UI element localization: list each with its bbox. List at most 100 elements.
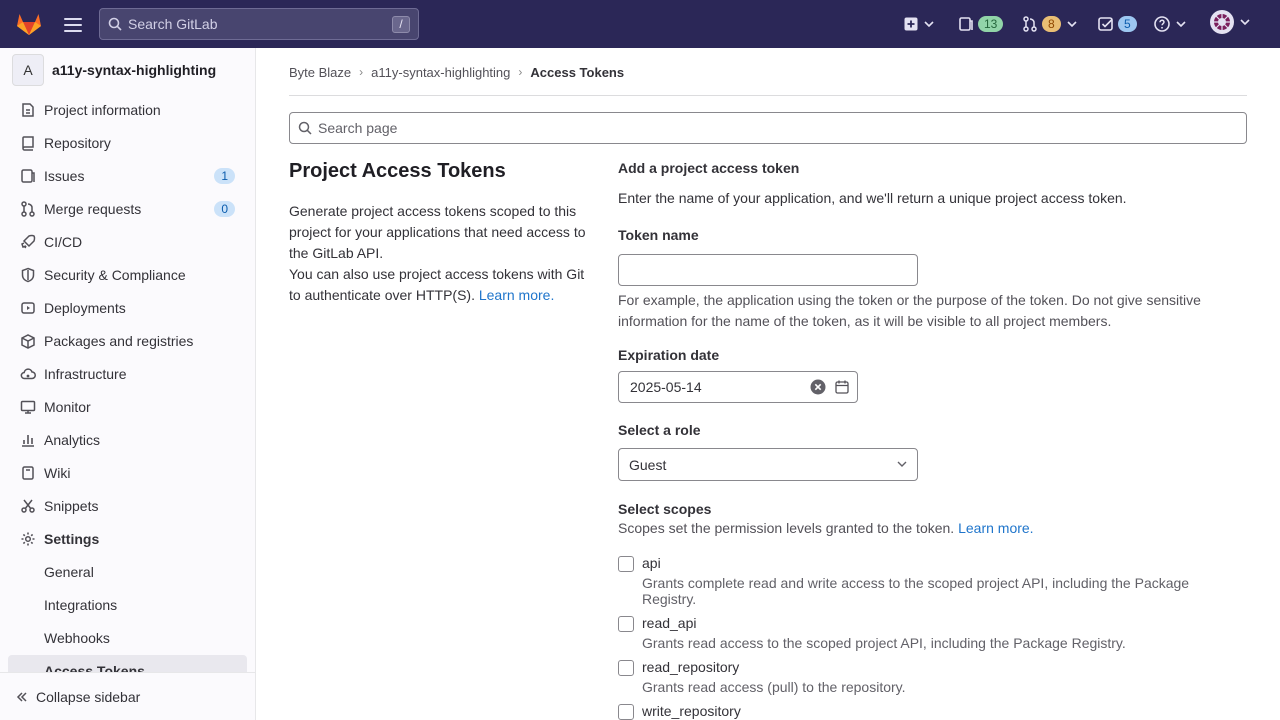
sidebar-item-project-information[interactable]: Project information — [8, 94, 247, 126]
user-menu-button[interactable] — [1210, 10, 1250, 34]
scopes-help-text: Scopes set the permission levels granted… — [618, 520, 955, 536]
avatar — [1210, 10, 1234, 34]
chevron-down-icon — [1176, 21, 1186, 27]
scope-read-api-checkbox[interactable] — [618, 616, 634, 632]
snippet-icon — [21, 499, 35, 513]
role-label: Select a role — [618, 422, 701, 438]
collapse-sidebar-button[interactable]: Collapse sidebar — [0, 672, 255, 720]
todo-check-icon — [1098, 17, 1113, 31]
top-navbar: Search GitLab / 13 8 5 — [0, 0, 1280, 48]
page-search-input[interactable]: Search page — [289, 112, 1247, 144]
merge-requests-button[interactable]: 8 — [1022, 14, 1077, 34]
sidebar-item-label: Analytics — [44, 432, 101, 448]
sidebar-item-label: Monitor — [44, 399, 91, 415]
search-shortcut-key: / — [392, 16, 410, 33]
sidebar-item-deployments[interactable]: Deployments — [8, 292, 247, 324]
sidebar-item-analytics[interactable]: Analytics — [8, 424, 247, 456]
token-name-field[interactable] — [618, 254, 918, 286]
help-button[interactable] — [1154, 14, 1186, 34]
monitor-icon — [20, 400, 36, 414]
sidebar-item-label: Settings — [44, 531, 100, 547]
cloud-icon — [20, 368, 36, 380]
merge-requests-count-badge: 0 — [214, 201, 235, 217]
sidebar-item-monitor[interactable]: Monitor — [8, 391, 247, 423]
sidebar-item-label: Snippets — [44, 498, 99, 514]
scope-api-checkbox[interactable] — [618, 556, 634, 572]
sidebar-item-repository[interactable]: Repository — [8, 127, 247, 159]
intro-description: Generate project access tokens scoped to… — [289, 201, 599, 306]
search-input[interactable]: Search GitLab / — [99, 8, 419, 40]
sidebar-item-merge-requests[interactable]: Merge requests 0 — [8, 193, 247, 225]
breadcrumb-project[interactable]: a11y-syntax-highlighting — [371, 65, 510, 80]
todos-button[interactable]: 5 — [1098, 14, 1137, 34]
sidebar-item-ci-cd[interactable]: CI/CD — [8, 226, 247, 258]
gitlab-logo-icon[interactable] — [16, 12, 42, 36]
merge-request-icon — [21, 201, 35, 217]
chart-icon — [22, 435, 34, 447]
sidebar-item-infrastructure[interactable]: Infrastructure — [8, 358, 247, 390]
sidebar-item-settings[interactable]: Settings — [8, 523, 247, 555]
sidebar-item-snippets[interactable]: Snippets — [8, 490, 247, 522]
shield-icon — [21, 267, 35, 283]
sidebar-subitem-integrations[interactable]: Integrations — [8, 589, 247, 621]
issues-button[interactable]: 13 — [958, 14, 1004, 34]
merge-request-icon — [1023, 16, 1037, 32]
double-chevron-left-icon — [16, 691, 27, 702]
sidebar-item-security-compliance[interactable]: Security & Compliance — [8, 259, 247, 291]
project-avatar: A — [12, 54, 44, 86]
scope-name: api — [642, 555, 661, 571]
breadcrumb-current[interactable]: Access Tokens — [530, 65, 624, 80]
sidebar-item-label: Packages and registries — [44, 333, 194, 349]
deployments-icon — [21, 302, 35, 314]
learn-more-link[interactable]: Learn more. — [479, 287, 554, 303]
issues-icon — [21, 169, 35, 183]
scope-read-repository-checkbox[interactable] — [618, 660, 634, 676]
search-placeholder: Search GitLab — [128, 16, 218, 32]
token-name-help: For example, the application using the t… — [618, 292, 1201, 329]
breadcrumb-separator-icon: › — [359, 65, 364, 79]
scope-description: Grants complete read and write access to… — [642, 575, 1190, 607]
sidebar-item-label: Security & Compliance — [44, 267, 186, 283]
breadcrumb: Byte Blaze › a11y-syntax-highlighting › … — [289, 64, 624, 80]
sidebar-subitem-general[interactable]: General — [8, 556, 247, 588]
sidebar-item-label: Issues — [44, 168, 85, 184]
package-icon — [21, 334, 35, 349]
project-name: a11y-syntax-highlighting — [52, 62, 217, 78]
menu-icon[interactable] — [62, 14, 84, 34]
scopes-learn-more-link[interactable]: Learn more. — [958, 520, 1033, 536]
role-select[interactable]: Guest — [618, 448, 918, 481]
todos-count-badge: 5 — [1118, 16, 1137, 32]
chevron-down-icon — [924, 21, 934, 27]
issues-count-badge: 13 — [978, 16, 1004, 32]
collapse-sidebar-label: Collapse sidebar — [36, 688, 141, 705]
repository-icon — [22, 136, 34, 151]
create-new-button[interactable] — [904, 14, 934, 34]
issues-icon — [959, 17, 973, 31]
scopes-help: Scopes set the permission levels granted… — [618, 518, 1238, 539]
sidebar-item-label: Wiki — [44, 465, 71, 481]
chevron-down-icon — [1240, 19, 1250, 25]
sidebar-item-label: General — [44, 564, 94, 580]
expiration-date-field[interactable]: 2025-05-14 — [618, 371, 858, 403]
sidebar-item-label: Deployments — [44, 300, 126, 316]
sidebar-item-label: Repository — [44, 135, 111, 151]
breadcrumb-group[interactable]: Byte Blaze — [289, 65, 351, 80]
chevron-down-icon — [1067, 21, 1077, 27]
project-header[interactable]: A a11y-syntax-highlighting — [12, 54, 216, 86]
page-title: Project Access Tokens — [289, 160, 506, 182]
sidebar-item-issues[interactable]: Issues 1 — [8, 160, 247, 192]
scope-name: read_api — [642, 615, 697, 631]
rocket-icon — [21, 234, 36, 249]
sidebar-item-label: Infrastructure — [44, 366, 127, 382]
sidebar-subitem-webhooks[interactable]: Webhooks — [8, 622, 247, 654]
form-title: Add a project access token — [618, 160, 800, 176]
sidebar-item-packages-registries[interactable]: Packages and registries — [8, 325, 247, 357]
scope-write-repository-checkbox[interactable] — [618, 704, 634, 720]
token-name-label: Token name — [618, 227, 699, 243]
clear-icon[interactable] — [810, 379, 826, 395]
sidebar-item-wiki[interactable]: Wiki — [8, 457, 247, 489]
search-icon — [298, 121, 312, 135]
calendar-icon[interactable] — [835, 380, 849, 394]
issues-count-badge: 1 — [214, 168, 235, 184]
help-icon — [1154, 16, 1170, 32]
